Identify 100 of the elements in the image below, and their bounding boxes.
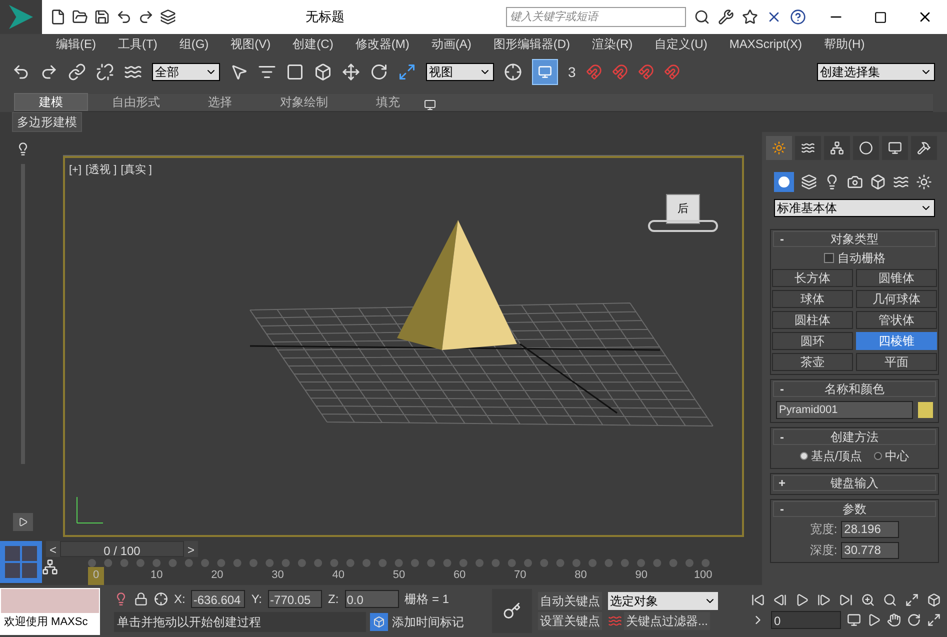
panel-tab[interactable] xyxy=(882,136,908,160)
selection-filter-dropdown[interactable]: 全部 xyxy=(152,63,220,81)
maximize-viewport-icon[interactable] xyxy=(927,613,941,627)
zoom-icon[interactable] xyxy=(861,593,875,607)
star-icon[interactable] xyxy=(742,9,758,25)
previous-frame-icon[interactable] xyxy=(773,593,787,607)
prev-frame-button[interactable]: < xyxy=(46,541,60,557)
manipulate-button[interactable] xyxy=(532,59,558,85)
viewport-label[interactable]: [透视 ] xyxy=(86,162,117,178)
ribbon-tab[interactable]: 填充 xyxy=(352,93,424,111)
rotate-icon[interactable] xyxy=(370,63,388,81)
select-by-name-icon[interactable] xyxy=(258,63,276,81)
rollout-header[interactable]: + 键盘输入 xyxy=(773,475,936,491)
radio-button[interactable] xyxy=(874,452,882,460)
rollout-header[interactable]: - 创建方法 xyxy=(773,429,936,445)
select-object-icon[interactable] xyxy=(230,63,248,81)
key-filters-button[interactable]: 关键点过滤器... xyxy=(624,612,710,630)
object-type-button[interactable]: 茶壶 xyxy=(772,353,853,371)
maximize-icon[interactable] xyxy=(874,10,887,24)
pyramid-drawing[interactable] xyxy=(397,220,517,350)
reference-coordinate-dropdown[interactable]: 视图 xyxy=(426,63,494,81)
object-type-button[interactable]: 圆柱体 xyxy=(772,311,853,329)
object-type-button[interactable]: 管状体 xyxy=(856,311,937,329)
menu-item[interactable]: 渲染(R) xyxy=(592,35,633,53)
set-key-mode-button[interactable] xyxy=(492,589,532,633)
menu-item[interactable]: 动画(A) xyxy=(431,35,472,53)
y-coordinate-field[interactable]: -770.05 xyxy=(268,590,322,608)
viewport-label[interactable]: [+] xyxy=(69,162,82,178)
frame-counter[interactable]: 0 / 100 xyxy=(60,541,184,557)
ribbon-tab[interactable]: 选择 xyxy=(184,93,256,111)
redo-icon[interactable] xyxy=(40,63,58,81)
menu-item[interactable]: 工具(T) xyxy=(118,35,158,53)
rollout-header[interactable]: - 对象类型 xyxy=(773,231,936,247)
save-icon[interactable] xyxy=(94,9,110,25)
rollout-header[interactable]: - 名称和颜色 xyxy=(773,381,936,397)
new-file-icon[interactable] xyxy=(50,9,66,25)
search-input[interactable]: 键入关键字或短语 xyxy=(510,8,682,26)
current-frame-field[interactable]: 0 xyxy=(771,611,841,629)
autogrid-checkbox[interactable] xyxy=(824,253,834,263)
cube-icon[interactable] xyxy=(373,616,385,628)
object-type-button[interactable]: 圆锥体 xyxy=(856,269,937,287)
expand-button[interactable] xyxy=(12,513,32,531)
lock-icon[interactable] xyxy=(134,592,148,606)
sphere-icon[interactable] xyxy=(778,176,790,188)
wrench-icon[interactable] xyxy=(718,9,734,25)
rollout-header[interactable]: - 参数 xyxy=(773,501,936,517)
key-icon[interactable] xyxy=(503,602,521,620)
selection-region-icon[interactable] xyxy=(286,63,304,81)
snap-toggle[interactable]: 3 xyxy=(568,62,576,82)
category-dropdown[interactable]: 标准基本体 xyxy=(774,199,935,217)
geometry-button[interactable] xyxy=(774,172,794,192)
panel-tab[interactable] xyxy=(911,136,937,160)
set-key-button[interactable]: 设置关键点 xyxy=(538,612,602,630)
menu-item[interactable]: 组(G) xyxy=(179,35,209,53)
parameter-spinner[interactable]: 28.196 xyxy=(841,520,900,538)
move-icon[interactable] xyxy=(342,63,360,81)
go-to-end-icon[interactable] xyxy=(839,593,853,607)
rollout-toggle[interactable]: - xyxy=(774,500,790,518)
menu-item[interactable]: 编辑(E) xyxy=(56,35,96,53)
x-coordinate-field[interactable]: -636.604 xyxy=(191,590,246,608)
radio-button[interactable] xyxy=(800,452,808,460)
rollout-toggle[interactable]: + xyxy=(774,474,790,492)
ribbon-tab[interactable]: 建模 xyxy=(14,93,88,111)
redo-icon[interactable] xyxy=(138,9,154,25)
object-type-button[interactable]: 长方体 xyxy=(772,269,853,287)
object-type-button[interactable]: 四棱锥 xyxy=(856,332,937,350)
script-listener-field[interactable] xyxy=(1,588,99,612)
menu-item[interactable]: 帮助(H) xyxy=(824,35,865,53)
go-to-start-icon[interactable] xyxy=(751,593,765,607)
add-time-tag-button[interactable]: 添加时间标记 xyxy=(392,613,464,631)
undo-icon[interactable] xyxy=(116,9,132,25)
object-type-button[interactable]: 圆环 xyxy=(772,332,853,350)
rollout-toggle[interactable]: - xyxy=(774,230,790,248)
zoom-all-icon[interactable] xyxy=(883,593,897,607)
rollout-toggle[interactable]: - xyxy=(774,428,790,446)
rollout-toggle[interactable]: - xyxy=(774,380,790,398)
panel-tab[interactable] xyxy=(853,136,879,160)
next-frame-icon[interactable] xyxy=(817,593,831,607)
hammer-icon[interactable] xyxy=(917,141,931,155)
unlink-icon[interactable] xyxy=(96,63,114,81)
auto-key-button[interactable]: 自动关键点 xyxy=(538,592,602,610)
menu-item[interactable]: 修改器(M) xyxy=(355,35,410,53)
app-logo-icon[interactable] xyxy=(0,0,42,34)
create-tab[interactable] xyxy=(766,136,792,160)
menu-item[interactable]: MAXScript(X) xyxy=(729,35,802,53)
play-icon[interactable] xyxy=(795,593,809,607)
open-folder-icon[interactable] xyxy=(72,9,88,25)
object-color-swatch[interactable] xyxy=(918,402,933,418)
help-icon[interactable] xyxy=(790,9,806,25)
parameter-spinner[interactable]: 30.778 xyxy=(841,542,900,558)
menu-item[interactable]: 视图(V) xyxy=(230,35,271,53)
object-name-field[interactable]: Pyramid001 xyxy=(776,401,913,419)
menu-item[interactable]: 创建(C) xyxy=(292,35,334,53)
named-selection-dropdown[interactable]: 创建选择集 xyxy=(817,63,935,81)
isolate-button[interactable] xyxy=(370,613,388,631)
panel-tab[interactable] xyxy=(824,136,850,160)
menu-item[interactable]: 图形编辑器(D) xyxy=(493,35,570,53)
pan-icon[interactable] xyxy=(887,613,901,627)
undo-icon[interactable] xyxy=(12,63,30,81)
cameras-icon[interactable] xyxy=(847,174,863,190)
